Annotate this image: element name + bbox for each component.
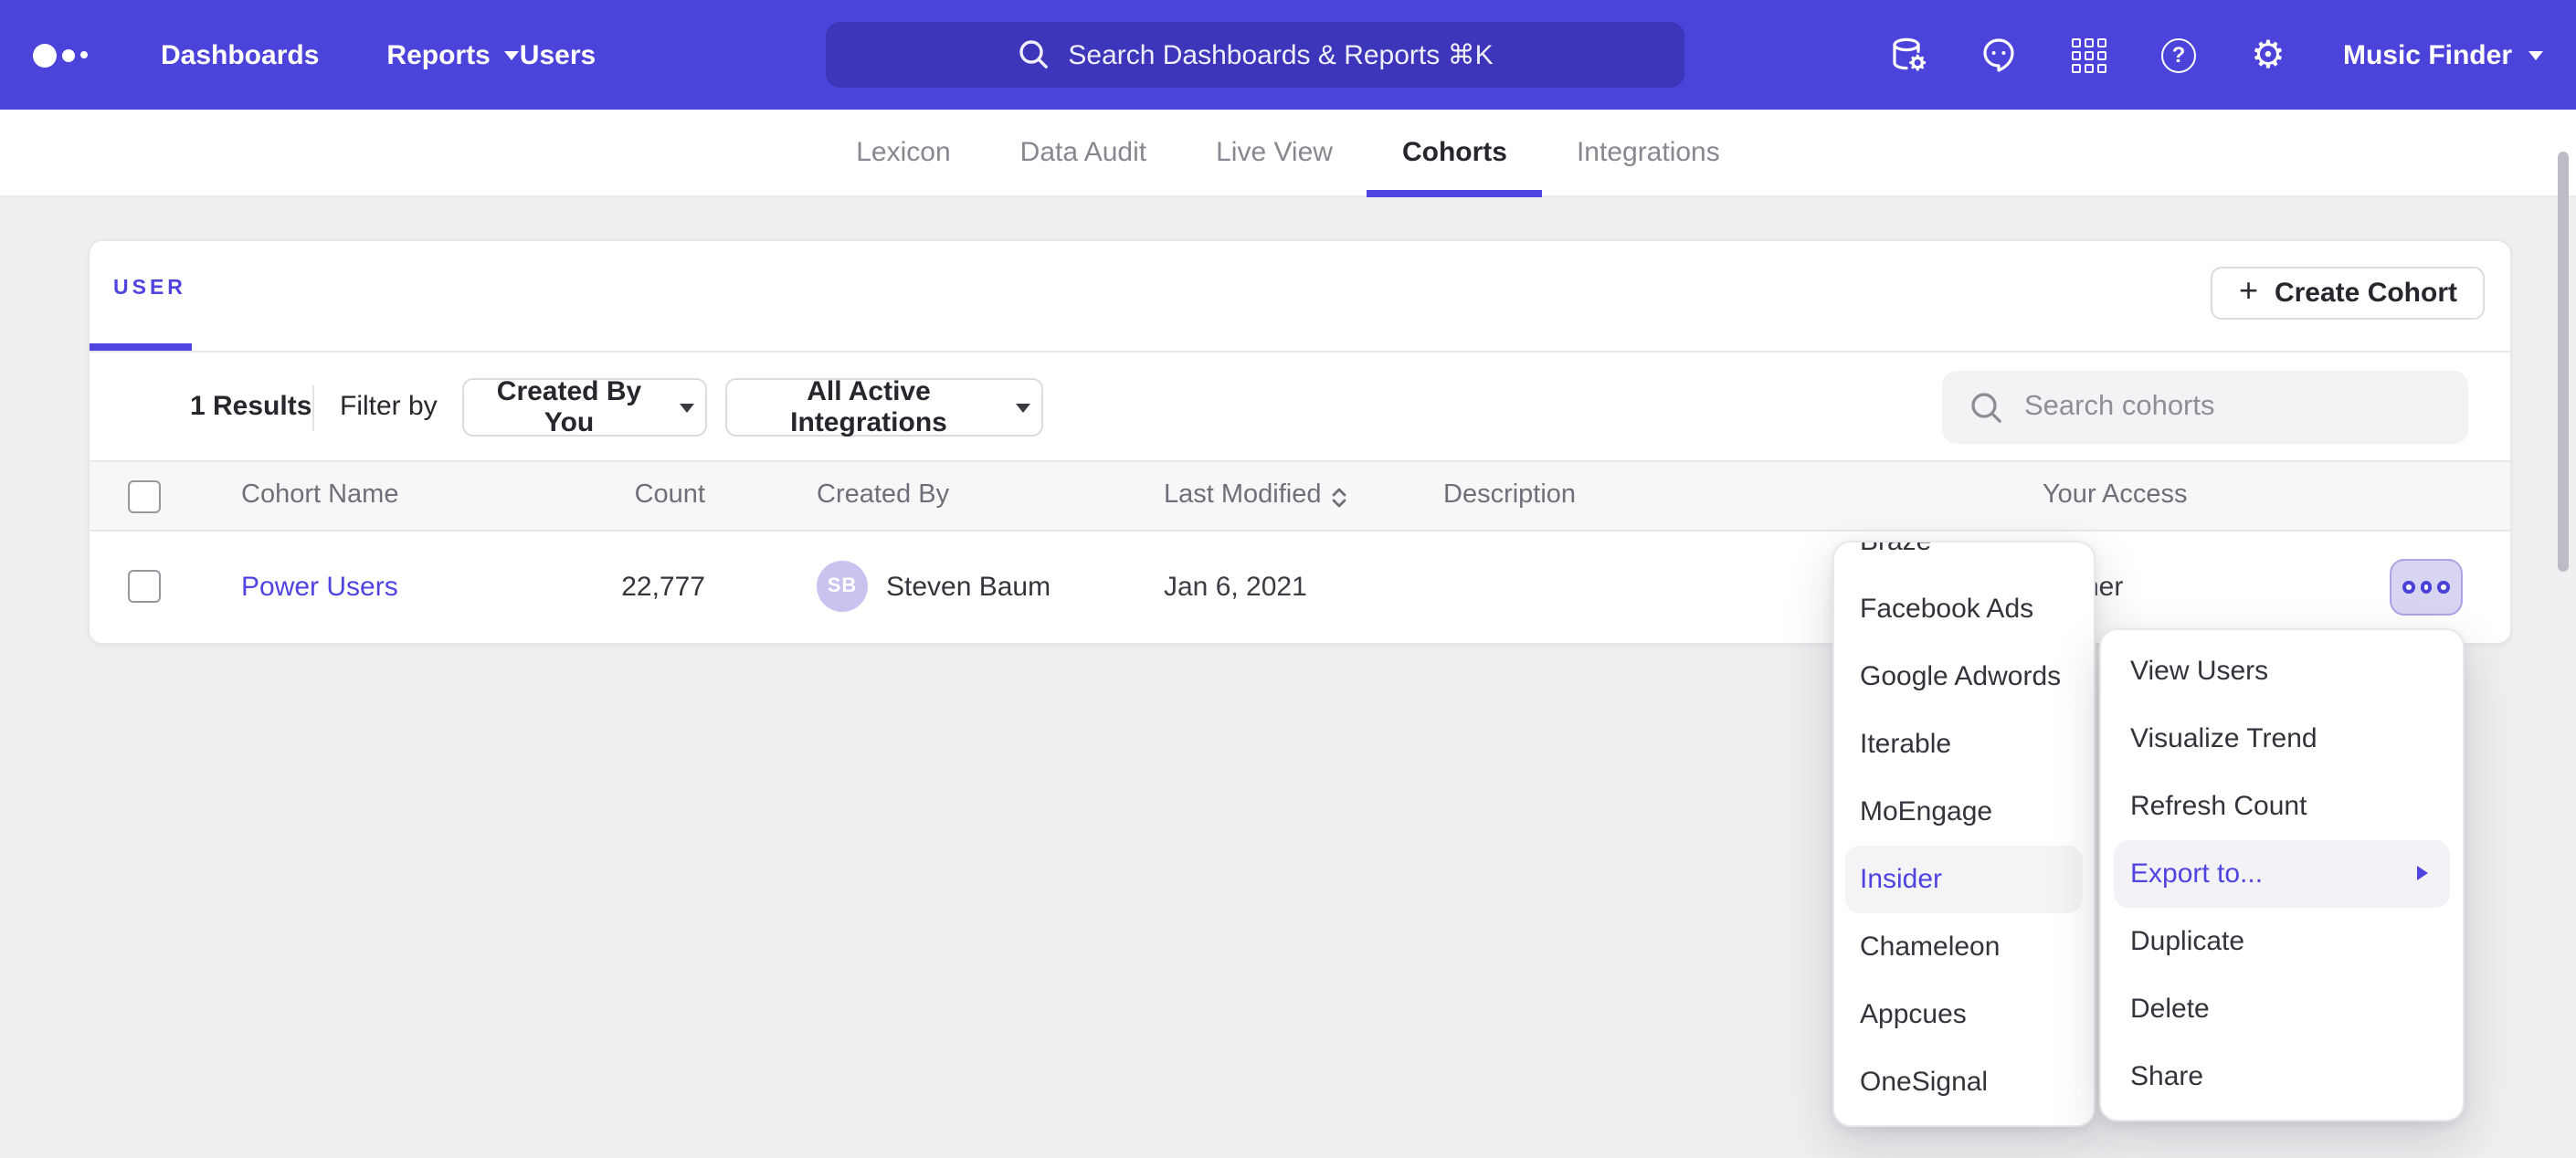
results-count: 1 Results: [190, 353, 311, 462]
top-navbar: Dashboards Reports Users Search Dashbo: [0, 0, 2576, 110]
section-tab[interactable]: Data Audit: [986, 110, 1181, 197]
cohort-name-link[interactable]: Power Users: [241, 532, 398, 643]
table-row: Power Users 22,777 SB Steven Baum Jan 6,…: [90, 532, 2510, 643]
chevron-down-icon: [1016, 403, 1030, 412]
action-menu-item[interactable]: Visualize Trend: [2101, 705, 2463, 773]
help-icon[interactable]: ?: [2159, 35, 2199, 75]
row-actions-menu: View Users Visualize Trend Refresh Count…: [2099, 628, 2465, 1121]
cohorts-panel: USER + Create Cohort 1 Results Filter by…: [88, 239, 2512, 645]
sort-icon: [1333, 487, 1347, 507]
dot-icon: [2438, 581, 2450, 594]
export-destination-item[interactable]: Appcues: [1834, 981, 2094, 1048]
export-destination-item[interactable]: Braze: [1834, 541, 2094, 575]
export-destination-item[interactable]: MoEngage: [1834, 778, 2094, 846]
nav-link[interactable]: Users: [520, 39, 596, 70]
creator-name: Steven Baum: [886, 532, 1050, 643]
row-more-actions-button[interactable]: [2390, 559, 2463, 616]
divider: [312, 385, 314, 431]
section-tab[interactable]: Integrations: [1542, 110, 1755, 197]
export-destinations-menu: Braze Facebook Ads Google Adwords Iterab…: [1832, 541, 2096, 1127]
menu-scrollbar-thumb[interactable]: [2558, 152, 2569, 572]
nav-link[interactable]: Reports: [386, 39, 519, 70]
action-menu-item[interactable]: Duplicate: [2101, 908, 2463, 975]
section-tab[interactable]: Lexicon: [821, 110, 985, 197]
filter-row: 1 Results Filter by Created By You All A…: [90, 351, 2510, 460]
table-header: Cohort Name Count Created By Last Modifi…: [90, 460, 2510, 532]
dot-icon: [2402, 581, 2414, 594]
global-search-placeholder: Search Dashboards & Reports ⌘K: [1068, 38, 1493, 71]
workspace-name: Music Finder: [2343, 39, 2512, 70]
search-icon: [1969, 390, 2004, 425]
filter-by-label: Filter by: [340, 353, 438, 462]
active-tab-underline: [90, 343, 192, 351]
column-header-created-by: Created By: [817, 462, 949, 530]
action-menu-item[interactable]: Export to...: [2114, 840, 2450, 908]
column-header-description: Description: [1443, 462, 1576, 530]
global-search-input[interactable]: Search Dashboards & Reports ⌘K: [826, 22, 1684, 88]
export-destination-item[interactable]: OneSignal: [1834, 1048, 2094, 1116]
section-tab[interactable]: Cohorts: [1367, 110, 1542, 197]
create-cohort-button[interactable]: + Create Cohort: [2212, 267, 2485, 320]
search-icon: [1017, 38, 1050, 71]
chevron-down-icon: [2528, 50, 2543, 59]
feedback-icon[interactable]: [1980, 35, 2020, 75]
last-modified-date: Jan 6, 2021: [1164, 532, 1307, 643]
navbar-right: ? ⚙ Music Finder: [1890, 0, 2543, 110]
cohort-search-input[interactable]: Search cohorts: [1942, 371, 2468, 444]
export-destination-item[interactable]: Chameleon: [1834, 913, 2094, 981]
export-destination-item[interactable]: Insider: [1845, 846, 2083, 913]
data-settings-icon[interactable]: [1890, 35, 1930, 75]
plus-icon: +: [2239, 272, 2258, 311]
select-all-checkbox[interactable]: [128, 480, 161, 513]
nav-link[interactable]: Dashboards: [161, 39, 319, 70]
cohort-count: 22,777: [559, 532, 705, 643]
export-destination-item[interactable]: Facebook Ads: [1834, 575, 2094, 643]
chevron-down-icon: [680, 403, 694, 412]
cohort-search-placeholder: Search cohorts: [2024, 391, 2215, 424]
column-header-count: Count: [559, 462, 705, 530]
section-tabbar: Lexicon Data Audit Live View Cohorts Int…: [0, 110, 2576, 197]
row-checkbox[interactable]: [128, 570, 161, 603]
integrations-filter-dropdown[interactable]: All Active Integrations: [725, 378, 1043, 437]
cohorts-page: Dashboards Reports Users Search Dashbo: [0, 0, 2576, 1158]
settings-gear-icon[interactable]: ⚙: [2248, 35, 2288, 75]
action-menu-item[interactable]: Refresh Count: [2101, 773, 2463, 840]
creator-avatar: SB: [817, 561, 868, 612]
chevron-down-icon: [505, 50, 520, 59]
export-destination-item[interactable]: Iterable: [1834, 711, 2094, 778]
section-tab[interactable]: Live View: [1181, 110, 1367, 197]
primary-nav: Dashboards Reports Users: [99, 39, 596, 70]
submenu-arrow-icon: [2417, 866, 2428, 880]
workspace-switcher[interactable]: Music Finder: [2343, 39, 2543, 70]
action-menu-item[interactable]: Delete: [2101, 975, 2463, 1043]
action-menu-item[interactable]: Share: [2101, 1043, 2463, 1111]
column-header-your-access: Your Access: [2043, 462, 2188, 530]
column-header-last-modified[interactable]: Last Modified: [1164, 462, 1347, 530]
apps-grid-icon[interactable]: [2069, 35, 2109, 75]
action-menu-item[interactable]: View Users: [2101, 637, 2463, 705]
export-destination-item[interactable]: Google Adwords: [1834, 643, 2094, 711]
brand-logo-icon[interactable]: [33, 43, 99, 67]
dot-icon: [2420, 581, 2432, 594]
created-by-filter-dropdown[interactable]: Created By You: [462, 378, 707, 437]
tab-user-cohorts[interactable]: USER: [113, 278, 186, 300]
column-header-cohort-name: Cohort Name: [241, 462, 398, 530]
